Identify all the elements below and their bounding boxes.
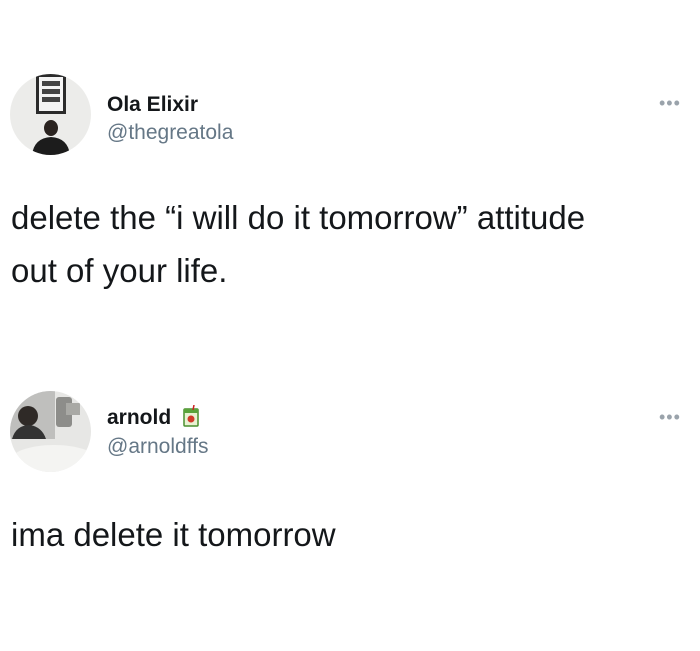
tweet-2: arnold @arnoldffs ••• ima delete it tomo…	[0, 0, 700, 651]
author-handle[interactable]: @arnoldffs	[107, 435, 208, 459]
more-options-icon[interactable]: •••	[659, 408, 681, 426]
avatar[interactable]	[10, 391, 91, 472]
juice-box-icon	[183, 404, 199, 433]
profile-photo-icon	[10, 391, 91, 472]
author-name[interactable]: arnold	[107, 404, 199, 433]
author-name-text: arnold	[107, 406, 172, 429]
tweet-text-line-1: ima delete it tomorrow	[11, 516, 336, 553]
